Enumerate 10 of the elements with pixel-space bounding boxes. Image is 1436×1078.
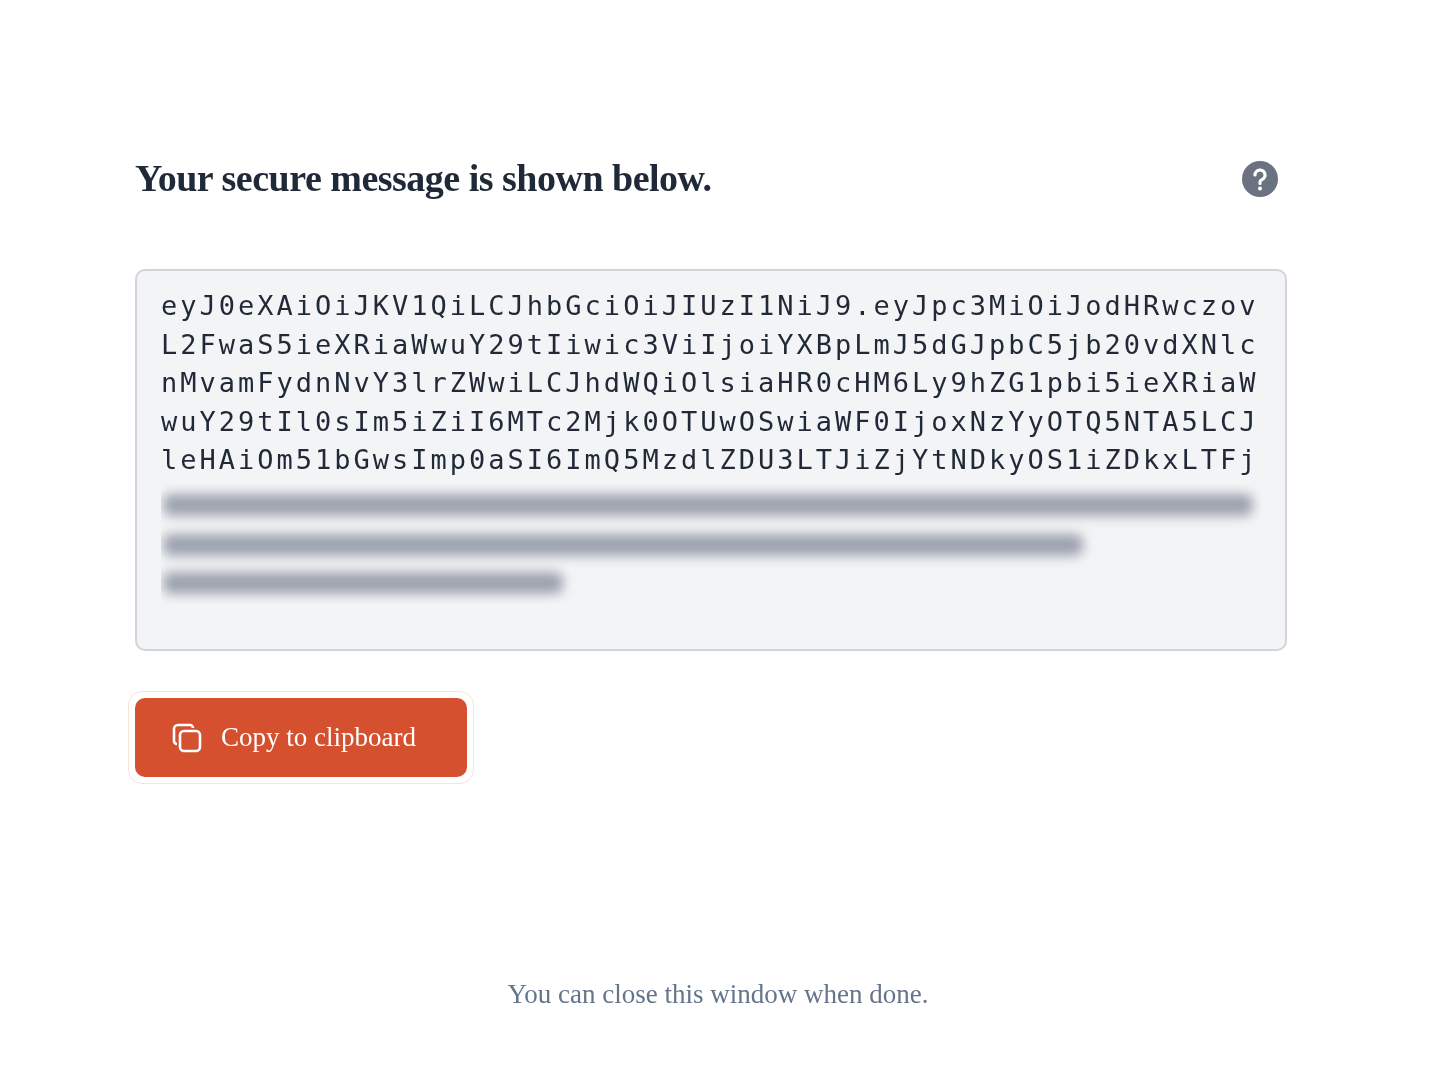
footer-text: You can close this window when done. (507, 978, 929, 1011)
page-heading: Your secure message is shown below. (135, 156, 712, 201)
message-line: leHAiOm51bGwsImp0aSI6ImQ5MzdlZDU3LTJiZjYtNDkyOS1iZDkxLTFj (161, 443, 1260, 477)
message-line: eyJ0eXAiOiJKV1QiLCJhbGciOiJIUzI1NiJ9.eyJpc3MiOiJodHRwczov (161, 289, 1260, 323)
copy-to-clipboard-button[interactable]: Copy to clipboard (135, 698, 467, 777)
message-line: wuY29tIl0sIm5iZiI6MTc2Mjk0OTUwOSwiaWF0IjoxNzYyOTQ5NTA5LCJ (161, 404, 1260, 439)
message-line: L2FwaS5ieXRiaWwuY29tIiwic3ViIjoiYXBpLmJ5dGJpbC5jb20vdXNlc (161, 327, 1260, 362)
help-icon[interactable] (1242, 160, 1278, 197)
copy-icon (171, 721, 203, 754)
message-line: nMvamFydnNvY3lrZWwiLCJhdWQiOlsiaHR0cHM6Ly9hZG1pbi5ieXRiaW (161, 366, 1260, 400)
